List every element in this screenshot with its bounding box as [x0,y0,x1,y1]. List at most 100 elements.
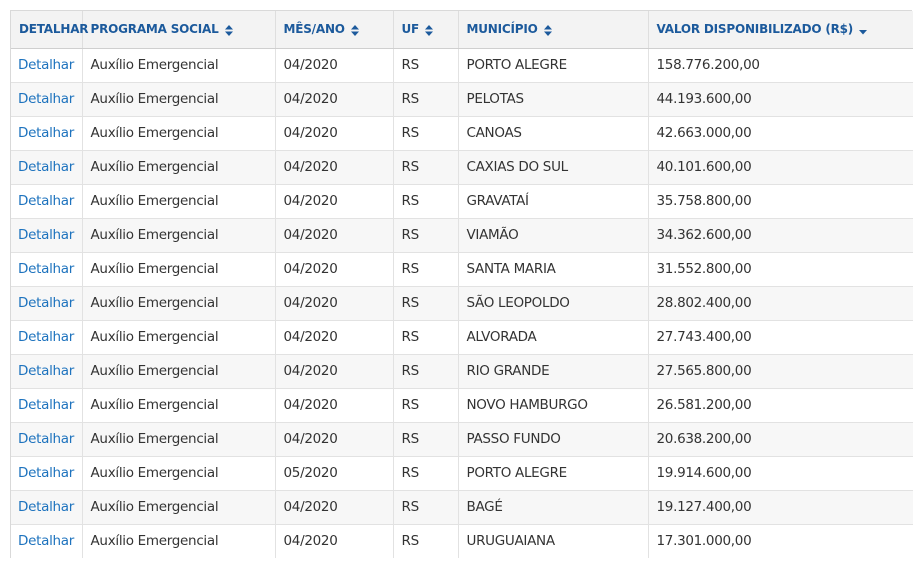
mes-ano-cell: 04/2020 [275,116,394,151]
programa-social-cell: Auxílio Emergencial [82,456,276,491]
valor-cell: 158.776.200,00 [648,48,913,83]
detalhar-link[interactable]: Detalhar [11,116,83,151]
uf-cell: RS [393,524,459,558]
table-row: Detalhar Auxílio Emergencial 04/2020 RS ALVO… [11,320,913,355]
table-header: DETALHAR PROGRAMA SOCIAL MÊS/ANO UF MUNIC… [11,11,913,49]
valor-cell: 19.914.600,00 [648,456,913,491]
uf-cell: RS [393,218,459,253]
table-row: Detalhar Auxílio Emergencial 04/2020 RS GRAV… [11,184,913,219]
programa-social-cell: Auxílio Emergencial [82,524,276,558]
detalhar-link[interactable]: Detalhar [11,388,83,423]
detalhar-link[interactable]: Detalhar [11,48,83,83]
mes-ano-cell: 04/2020 [275,320,394,355]
column-header-label: MUNICÍPIO [466,22,538,37]
uf-cell: RS [393,184,459,219]
table-row: Detalhar Auxílio Emergencial 04/2020 RS PORT… [11,48,913,83]
detalhar-link[interactable]: Detalhar [11,286,83,321]
programa-social-header[interactable]: PROGRAMA SOCIAL [82,11,276,49]
table-row: Detalhar Auxílio Emergencial 04/2020 RS BAGÉ… [11,490,913,525]
sort-both-icon[interactable] [425,25,434,37]
detalhar-link[interactable]: Detalhar [11,422,83,457]
uf-cell: RS [393,422,459,457]
sort-both-icon[interactable] [543,25,552,37]
uf-cell: RS [393,388,459,423]
detalhar-link[interactable]: Detalhar [11,82,83,117]
table-row: Detalhar Auxílio Emergencial 04/2020 RS SANT… [11,252,913,287]
results-table: DETALHAR PROGRAMA SOCIAL MÊS/ANO UF MUNIC… [11,11,913,558]
uf-cell: RS [393,82,459,117]
programa-social-cell: Auxílio Emergencial [82,184,276,219]
mes-ano-cell: 04/2020 [275,354,394,389]
valor-cell: 35.758.800,00 [648,184,913,219]
valor-cell: 17.301.000,00 [656,533,752,550]
table-row: Detalhar Auxílio Emergencial 04/2020 RS VIAM… [11,218,913,253]
valor-cell: 42.663.000,00 [648,116,913,151]
municipio-cell: VIAMÃO [458,218,649,253]
detalhar-link[interactable]: Detalhar [11,490,83,525]
detalhar-link[interactable]: Detalhar [11,252,83,287]
sort-both-icon[interactable] [224,25,233,37]
municipio-cell: PELOTAS [458,82,649,117]
mes-ano-cell: 04/2020 [275,252,394,287]
mes-ano-cell: 04/2020 [275,286,394,321]
municipio-cell: PORTO ALEGRE [458,48,649,83]
column-header-label: PROGRAMA SOCIAL [90,22,219,37]
mes-ano-cell: 04/2020 [275,524,394,558]
valor-cell: 27.565.800,00 [648,354,913,389]
valor-cell: 40.101.600,00 [648,150,913,185]
programa-social-cell: Auxílio Emergencial [82,422,276,457]
uf-cell: RS [393,286,459,321]
sort-desc-icon[interactable] [859,25,868,36]
valor-cell: 34.362.600,00 [648,218,913,253]
valor-cell: 19.127.400,00 [648,490,913,525]
mes-ano-cell: 04/2020 [275,388,394,423]
uf-header[interactable]: UF [393,11,459,49]
municipio-header[interactable]: MUNICÍPIO [458,11,649,49]
valor-cell: 20.638.200,00 [648,422,913,457]
detalhar-link[interactable]: Detalhar [11,320,83,355]
detalhar-link[interactable]: Detalhar [11,150,83,185]
mes-ano-cell: 04/2020 [275,82,394,117]
mes-ano-cell: 04/2020 [275,218,394,253]
detalhar-link[interactable]: Detalhar [11,218,83,253]
programa-social-cell: Auxílio Emergencial [82,490,276,525]
uf-cell: RS [393,320,459,355]
programa-social-cell: Auxílio Emergencial [82,286,276,321]
detalhar-link[interactable]: Detalhar [11,354,83,389]
municipio-cell: ALVORADA [458,320,649,355]
mes-ano-header[interactable]: MÊS/ANO [275,11,394,49]
detalhar-link[interactable]: Detalhar [11,524,83,558]
valor-cell: 27.743.400,00 [648,320,913,355]
mes-ano-cell: 04/2020 [275,422,394,457]
municipio-cell: RIO GRANDE [458,354,649,389]
detalhar-link[interactable]: Detalhar [11,456,83,491]
programa-social-cell: Auxílio Emergencial [82,252,276,287]
programa-social-cell: Auxílio Emergencial [82,388,276,423]
uf-cell: RS [393,48,459,83]
column-header-label: DETALHAR [19,22,89,37]
detalhar-link[interactable]: Detalhar [11,184,83,219]
municipio-cell: PASSO FUNDO [458,422,649,457]
mes-ano-cell: 04/2020 [275,150,394,185]
mes-ano-cell: 04/2020 [275,184,394,219]
valor-cell: 31.552.800,00 [648,252,913,287]
municipio-cell: SÃO LEOPOLDO [458,286,649,321]
municipio-cell: SANTA MARIA [458,252,649,287]
uf-cell: RS [393,116,459,151]
column-header-label: VALOR DISPONIBILIZADO (R$) [656,22,854,37]
uf-cell: RS [393,150,459,185]
valor-disponibilizado-header[interactable]: VALOR DISPONIBILIZADO (R$) [648,11,913,49]
programa-social-cell: Auxílio Emergencial [82,150,276,185]
uf-cell: RS [393,456,459,491]
sort-both-icon[interactable] [350,25,359,37]
column-header-label: UF [401,22,420,37]
mes-ano-cell: 04/2020 [275,490,394,525]
uf-cell: RS [393,354,459,389]
municipio-cell: PORTO ALEGRE [458,456,649,491]
municipio-cell: URUGUAIANA [458,524,649,558]
table-row: Detalhar Auxílio Emergencial 04/2020 RS CANO… [11,116,913,151]
programa-social-cell: Auxílio Emergencial [82,116,276,151]
valor-cell: 26.581.200,00 [648,388,913,423]
table-row: Detalhar Auxílio Emergencial 04/2020 RS PASS… [11,422,913,457]
programa-social-cell: Auxílio Emergencial [82,354,276,389]
